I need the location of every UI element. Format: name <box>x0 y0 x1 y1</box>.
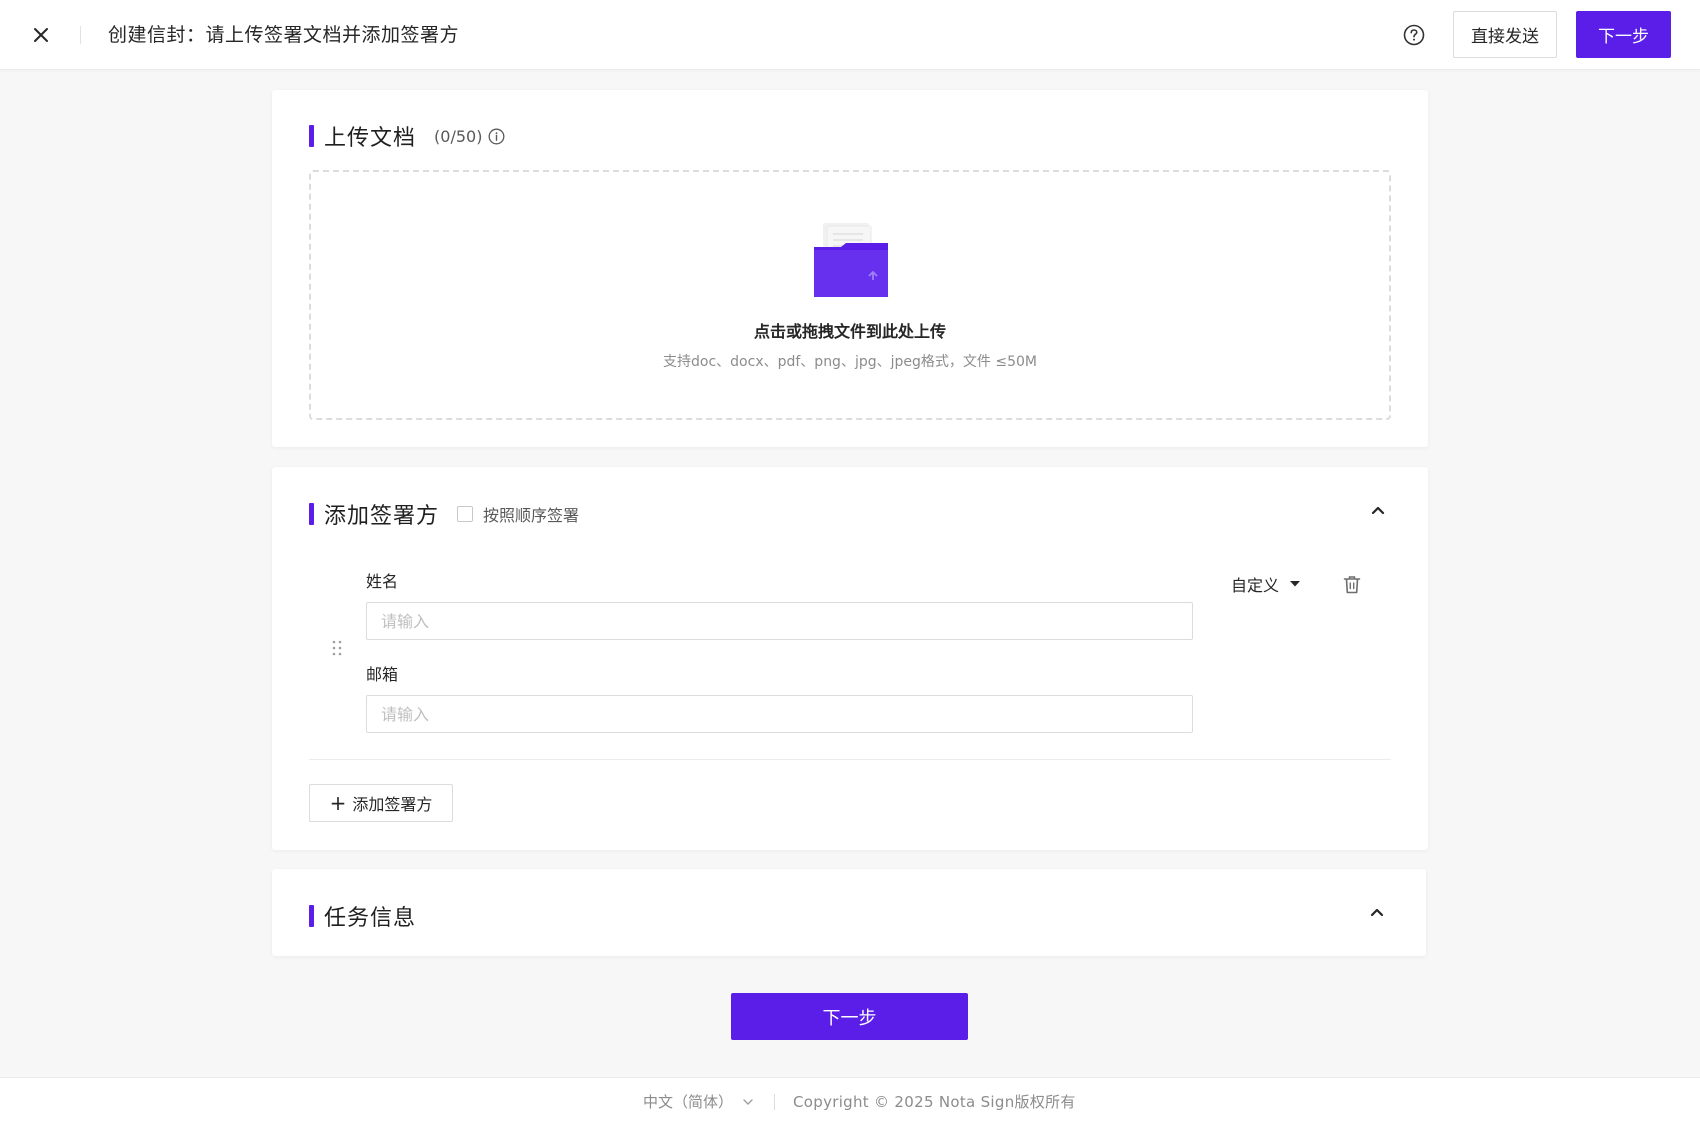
delete-signer-button[interactable] <box>1340 572 1364 596</box>
help-button[interactable] <box>1401 22 1427 48</box>
upload-section-title: 上传文档 <box>324 126 417 151</box>
signer-role-select[interactable]: 自定义 <box>1231 572 1301 596</box>
drag-handle-icon[interactable] <box>330 638 344 660</box>
footer-divider <box>774 1094 775 1110</box>
next-step-button-top[interactable]: 下一步 <box>1576 11 1671 58</box>
send-direct-button[interactable]: 直接发送 <box>1453 11 1557 58</box>
chevron-up-icon <box>1370 908 1384 917</box>
name-input[interactable] <box>366 602 1193 640</box>
name-label: 姓名 <box>366 572 399 591</box>
task-section-header[interactable]: 任务信息 <box>309 900 416 932</box>
task-collapse-button[interactable] <box>1365 900 1389 924</box>
chevron-down-icon <box>743 1098 753 1105</box>
language-selector[interactable]: 中文（简体） <box>643 1091 755 1112</box>
email-label: 邮箱 <box>366 665 399 684</box>
chevron-up-icon <box>1371 506 1385 515</box>
title-accent-bar <box>309 905 314 927</box>
trash-icon <box>1343 575 1361 593</box>
help-icon[interactable] <box>1403 24 1425 46</box>
caret-down-icon <box>1290 581 1301 587</box>
email-input[interactable] <box>366 695 1193 733</box>
copyright-text: Copyright © 2025 Nota Sign版权所有 <box>793 1093 1076 1111</box>
page-title: 创建信封：请上传签署文档并添加签署方 <box>108 24 460 46</box>
info-icon[interactable] <box>488 128 505 145</box>
upload-dropzone[interactable]: 点击或拖拽文件到此处上传 支持doc、docx、pdf、png、jpg、jpeg… <box>309 170 1391 420</box>
upload-count: (0/50) <box>434 126 483 146</box>
next-step-button[interactable]: 下一步 <box>731 993 968 1040</box>
sequential-signing-checkbox[interactable]: 按照顺序签署 <box>457 502 579 526</box>
header-divider <box>80 26 81 44</box>
top-bar: 创建信封：请上传签署文档并添加签署方 直接发送 下一步 <box>0 0 1700 70</box>
signers-section-header: 添加签署方 按照顺序签署 <box>309 498 579 530</box>
upload-section-header: 上传文档 (0/50) <box>309 120 505 152</box>
sequential-signing-label: 按照顺序签署 <box>483 506 580 525</box>
upload-format-hint: 支持doc、docx、pdf、png、jpg、jpeg格式，文件 ≤50M <box>663 354 1037 370</box>
footer: 中文（简体） Copyright © 2025 Nota Sign版权所有 <box>0 1077 1700 1124</box>
checkbox[interactable] <box>457 506 474 522</box>
folder-upload-icon <box>811 220 891 300</box>
add-signer-button[interactable]: + 添加签署方 <box>309 784 453 822</box>
signers-collapse-button[interactable] <box>1366 498 1390 522</box>
role-select-value: 自定义 <box>1231 576 1280 595</box>
task-info-card <box>272 869 1426 956</box>
add-signer-label: 添加签署方 <box>352 795 433 814</box>
title-accent-bar <box>309 503 314 525</box>
close-button[interactable] <box>28 22 54 48</box>
plus-icon: + <box>329 791 347 815</box>
task-section-title: 任务信息 <box>324 906 417 931</box>
upload-instruction: 点击或拖拽文件到此处上传 <box>753 322 946 341</box>
title-accent-bar <box>309 125 314 147</box>
close-icon[interactable] <box>33 27 49 43</box>
signers-section-title: 添加签署方 <box>324 504 440 529</box>
signer-divider <box>309 759 1391 760</box>
language-label: 中文（简体） <box>643 1093 734 1111</box>
